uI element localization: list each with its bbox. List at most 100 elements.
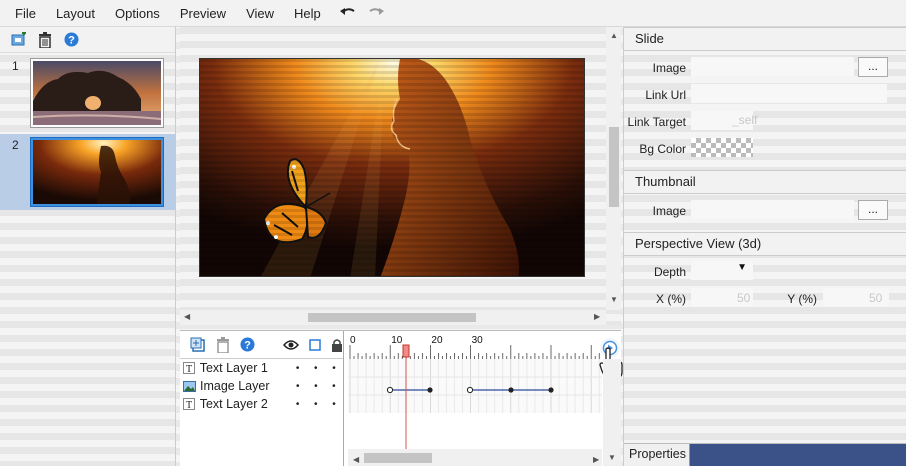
scroll-up-arrow-icon[interactable]: ▲ [610, 31, 618, 40]
browse-thumbnail-button[interactable]: ... [858, 200, 888, 220]
keyframe-hollow[interactable] [466, 386, 474, 394]
scroll-right-arrow-icon[interactable]: ▶ [594, 312, 600, 321]
layer-row-text-1[interactable]: T Text Layer 1 • • • [180, 359, 343, 377]
layer-outline-dot[interactable]: • [307, 381, 325, 392]
slide-item-2[interactable]: 2 [0, 134, 176, 210]
ruler-label: 30 [472, 335, 484, 346]
add-slide-icon[interactable] [10, 31, 28, 49]
link-target-value: _self [732, 113, 758, 127]
outline-box-icon[interactable] [309, 336, 321, 354]
text-type-icon: T [183, 398, 196, 411]
layer-name: Image Layer [200, 379, 270, 393]
menu-options[interactable]: Options [105, 6, 170, 21]
redo-icon[interactable] [365, 3, 387, 23]
properties-tab[interactable]: Properties [624, 444, 690, 466]
properties-panel: Slide Image ... Link Url Link Target _se… [623, 27, 906, 466]
add-layer-icon[interactable] [190, 336, 206, 354]
layer-list: ? T Text Layer 1 • • • Image Layer • • •… [180, 331, 344, 466]
help-icon[interactable]: ? [62, 31, 80, 49]
delete-layer-icon[interactable] [216, 336, 230, 354]
slide-thumbnail-sunset-girl[interactable] [31, 138, 163, 206]
properties-footer-bar [690, 444, 906, 466]
svg-text:T: T [186, 400, 192, 410]
layer-outline-dot[interactable]: • [307, 363, 325, 374]
trash-icon[interactable] [36, 31, 54, 49]
layer-lock-dot[interactable]: • [325, 363, 343, 374]
slide-stage[interactable] [199, 58, 585, 277]
menu-preview[interactable]: Preview [170, 6, 236, 21]
keyframe[interactable] [548, 387, 554, 393]
playhead-handle[interactable] [402, 344, 410, 358]
layer-lock-dot[interactable]: • [325, 399, 343, 410]
ruler-label: 10 [391, 335, 403, 346]
image-type-icon [183, 380, 196, 393]
lock-icon[interactable] [331, 336, 343, 354]
svg-text:?: ? [244, 340, 251, 352]
ruler-label: 20 [431, 335, 443, 346]
properties-footer: Properties [624, 443, 906, 466]
timeline-vertical-scrollbar[interactable]: ▼ [603, 359, 621, 466]
timeline-panel: ? T Text Layer 1 • • • Image Layer • • •… [180, 330, 623, 466]
layer-visible-dot[interactable]: • [289, 399, 307, 410]
section-header-slide[interactable]: Slide [624, 27, 906, 51]
text-type-icon: T [183, 362, 196, 375]
scroll-left-arrow-icon[interactable]: ◀ [353, 455, 360, 464]
keyframe[interactable] [508, 387, 514, 393]
menu-view[interactable]: View [236, 6, 284, 21]
thumbnail-image-label: Image [652, 204, 686, 218]
depth-label: Depth [653, 265, 686, 279]
thumbnail-image-field[interactable] [691, 200, 854, 219]
layer-row-image[interactable]: Image Layer • • • [180, 377, 343, 395]
scroll-down-arrow-icon[interactable]: ▼ [610, 295, 618, 304]
y-percent-label: Y (%) [787, 292, 817, 306]
y-percent-value: 50 [869, 291, 883, 305]
help-icon[interactable]: ? [240, 336, 255, 354]
image-label: Image [652, 61, 686, 75]
slide-number: 1 [12, 59, 19, 73]
depth-select[interactable]: ▼ [691, 261, 753, 280]
menu-help[interactable]: Help [284, 6, 331, 21]
slides-toolbar: ? [0, 27, 175, 53]
layer-row-text-2[interactable]: T Text Layer 2 • • • [180, 395, 343, 413]
section-header-perspective[interactable]: Perspective View (3d) [624, 232, 906, 256]
svg-text:T: T [186, 364, 192, 374]
slides-panel: ? 1 2 [0, 27, 176, 466]
layer-lock-dot[interactable]: • [325, 381, 343, 392]
layer-visible-dot[interactable]: • [289, 381, 307, 392]
undo-icon[interactable] [337, 3, 359, 23]
menu-file[interactable]: File [5, 6, 46, 21]
timeline-scrollbar-thumb[interactable] [364, 453, 432, 463]
menu-bar: File Layout Options Preview View Help [0, 0, 906, 27]
svg-text:?: ? [68, 35, 75, 47]
slide-thumbnail-rock-arch[interactable] [31, 59, 163, 127]
link-target-label: Link Target [627, 115, 686, 129]
canvas-horizontal-scrollbar[interactable]: ◀ ▶ [180, 310, 606, 325]
canvas-vertical-scrollbar[interactable]: ▲ ▼ [606, 27, 621, 310]
section-header-thumbnail[interactable]: Thumbnail [624, 170, 906, 194]
layer-visible-dot[interactable]: • [289, 363, 307, 374]
bg-color-swatch[interactable] [691, 138, 753, 157]
canvas-area: ▲ ▼ ◀ ▶ [180, 27, 621, 325]
bg-color-label: Bg Color [639, 142, 686, 156]
scrollbar-thumb[interactable] [308, 313, 476, 322]
menu-layout[interactable]: Layout [46, 6, 105, 21]
link-url-label: Link Url [645, 88, 686, 102]
slide-image-field[interactable] [691, 57, 854, 76]
timeline-tracks[interactable]: 0 10 20 30 ◀ ▶ [348, 331, 602, 466]
layer-name: Text Layer 2 [199, 397, 268, 411]
keyframe[interactable] [427, 387, 433, 393]
browse-image-button[interactable]: ... [858, 57, 888, 77]
layer-outline-dot[interactable]: • [307, 399, 325, 410]
keyframe-hollow[interactable] [386, 386, 394, 394]
ruler-label: 0 [350, 335, 356, 346]
timeline-toolbar: ? [180, 331, 343, 359]
eye-icon[interactable] [283, 336, 299, 354]
scroll-right-arrow-icon[interactable]: ▶ [593, 455, 600, 464]
scroll-left-arrow-icon[interactable]: ◀ [184, 312, 190, 321]
slide-item-1[interactable]: 1 [0, 55, 176, 131]
scrollbar-thumb[interactable] [609, 127, 619, 207]
link-url-field[interactable] [691, 84, 887, 103]
layer-name: Text Layer 1 [199, 361, 268, 375]
scroll-down-arrow-icon[interactable]: ▼ [608, 453, 616, 462]
x-percent-value: 50 [737, 291, 751, 305]
